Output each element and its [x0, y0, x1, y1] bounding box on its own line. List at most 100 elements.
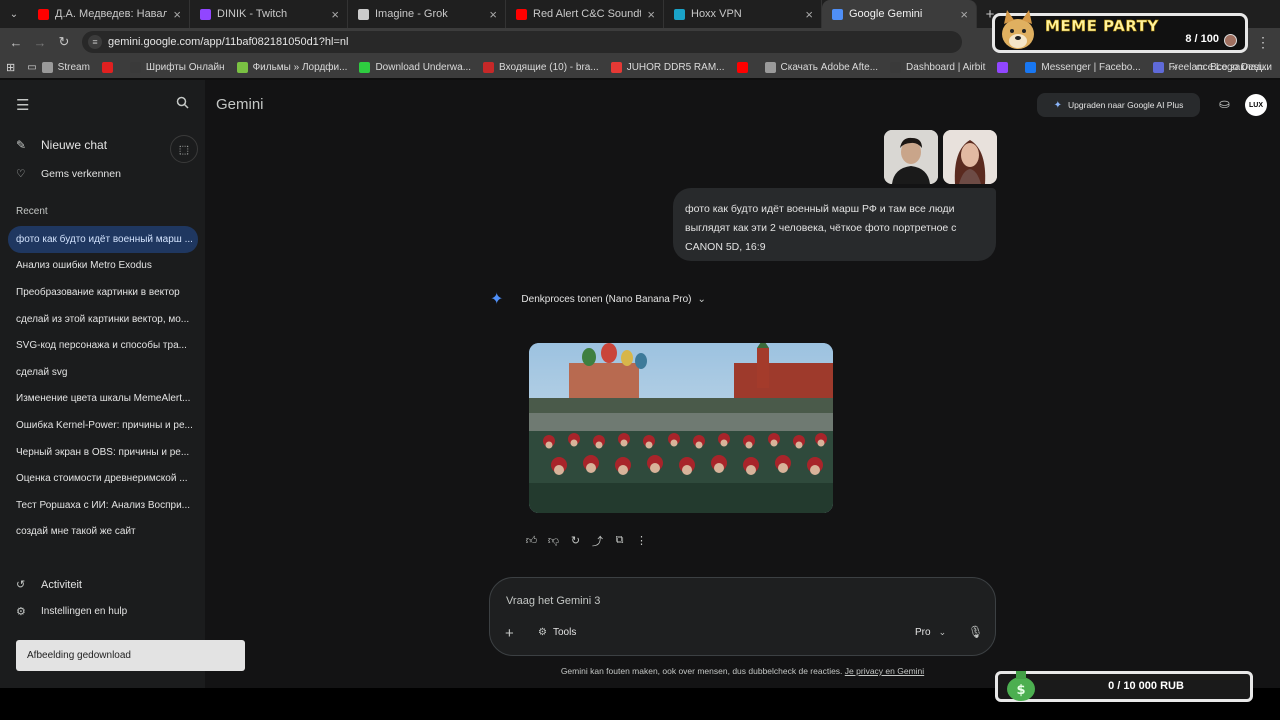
tab-favicon-icon — [200, 8, 211, 20]
regenerate-icon[interactable]: ↻ — [567, 532, 584, 549]
browser-tab[interactable]: Д.А. Медведев: Навальный, ко... × — [28, 0, 190, 28]
more-options-icon[interactable]: ⋮ — [633, 532, 650, 549]
tab-close-icon[interactable]: × — [173, 7, 181, 22]
sidebar: ☰ ✎ Nieuwe chat ⬚ ♡ Gems verkennen Recen… — [0, 80, 205, 688]
meme-party-count: 8 / 100 — [1185, 33, 1219, 45]
chevron-down-icon: ⌄ — [938, 627, 947, 637]
share-icon[interactable]: ⤴ — [589, 532, 606, 549]
bookmark-item[interactable]: Dashboard | Airbit — [890, 61, 985, 73]
copy-icon[interactable]: ⧉ — [611, 532, 628, 549]
tab-favicon-icon — [38, 8, 49, 20]
browser-menu-icon[interactable]: ⋮ — [1256, 34, 1270, 51]
apps-grid-icon[interactable]: ⊞ — [6, 61, 15, 74]
recent-chat-item[interactable]: создай мне такой же сайт — [8, 519, 198, 546]
app-title[interactable]: Gemini — [216, 96, 264, 113]
bookmark-favicon-icon — [129, 61, 141, 73]
bookmark-item[interactable]: Входящие (10) - bra... — [483, 61, 599, 73]
new-chat-button[interactable]: ✎ Nieuwe chat — [16, 138, 107, 152]
browser-tab[interactable]: Google Gemini × — [822, 0, 977, 28]
tab-close-icon[interactable]: × — [960, 7, 968, 22]
activity-button[interactable]: ↺ Activiteit — [16, 578, 82, 592]
explore-gems-button[interactable]: ♡ Gems verkennen — [16, 168, 121, 180]
tab-favicon-icon — [516, 8, 527, 20]
search-icon[interactable] — [176, 96, 189, 112]
tab-search-chevron-icon[interactable]: ⌄ — [0, 0, 28, 28]
generated-image[interactable] — [529, 343, 833, 513]
history-icon: ↺ — [16, 579, 26, 591]
bookmark-favicon-icon — [764, 61, 776, 73]
bookmark-item[interactable]: Download Underwa... — [359, 61, 471, 73]
reload-icon[interactable]: ↻ — [52, 28, 76, 56]
recent-chat-item[interactable]: сделай svg — [8, 359, 198, 386]
forward-icon[interactable]: → — [28, 28, 52, 56]
tab-close-icon[interactable]: × — [805, 7, 813, 22]
model-label: Pro — [915, 627, 931, 638]
recent-chat-item[interactable]: Оценка стоимости древнеримской ... — [8, 465, 198, 492]
bookmark-item[interactable]: Шрифты Онлайн — [129, 61, 225, 73]
tab-close-icon[interactable]: × — [331, 7, 339, 22]
upgrade-button[interactable]: ✦ Upgraden naar Google AI Plus — [1037, 93, 1200, 117]
site-info-icon[interactable]: ≡ — [88, 35, 102, 49]
bookmark-favicon-icon — [483, 61, 495, 73]
bookmark-item[interactable]: Stream — [41, 61, 90, 73]
bookmark-favicon-icon — [1025, 61, 1037, 73]
back-icon[interactable]: ← — [4, 28, 28, 56]
recent-chat-item[interactable]: Преобразование картинки в вектор — [8, 279, 198, 306]
bookmarks-more-button[interactable]: » — [1172, 62, 1178, 73]
browser-tab[interactable]: Hoxx VPN × — [664, 0, 822, 28]
bookmark-favicon-icon — [610, 61, 622, 73]
tab-close-icon[interactable]: × — [489, 7, 497, 22]
microphone-icon[interactable]: 🎙︎ — [968, 625, 983, 639]
bookmark-label: Шрифты Онлайн — [145, 61, 225, 73]
add-attachment-icon[interactable]: + — [505, 625, 514, 642]
recent-chat-item[interactable]: сделай из этой картинки вектор, мо... — [8, 306, 198, 333]
tools-label: Tools — [552, 627, 577, 638]
chat-main: Gemini ✦ Upgraden naar Google AI Plus ⛀ … — [205, 80, 1280, 688]
bookmark-item[interactable]: JUHOR DDR5 RAM... — [610, 61, 725, 73]
avatar[interactable]: LUX — [1245, 94, 1267, 116]
browser-tab[interactable]: DINIK - Twitch × — [190, 0, 348, 28]
recent-chat-item[interactable]: SVG-код персонажа и способы тра... — [8, 332, 198, 359]
tab-close-icon[interactable]: × — [647, 7, 655, 22]
new-chat-label: Nieuwe chat — [41, 138, 108, 152]
settings-help-button[interactable]: ⚙ Instellingen en hulp — [16, 605, 127, 618]
recent-chat-item[interactable]: Изменение цвета шкалы MemeAlert... — [8, 386, 198, 413]
browser-tab[interactable]: Imagine - Grok × — [348, 0, 506, 28]
temporary-chat-icon[interactable]: ⬚ — [170, 135, 198, 163]
tools-icon: ⚙ — [538, 627, 547, 638]
disclaimer-text: Gemini kan fouten maken, ook over mensen… — [560, 666, 843, 676]
recent-chat-item[interactable]: фото как будто идёт военный марш ... — [8, 226, 198, 253]
bookmark-label: Stream — [57, 61, 90, 73]
prompt-input[interactable] — [506, 592, 966, 610]
bookmark-item[interactable] — [997, 61, 1013, 73]
recent-chat-item[interactable]: Анализ ошибки Metro Exodus — [8, 253, 198, 280]
all-bookmarks-button[interactable]: Все закладки — [1210, 62, 1272, 73]
url-field[interactable]: ≡ gemini.google.com/app/11baf082181050d1… — [82, 31, 962, 53]
privacy-link[interactable]: Je privacy en Gemini — [845, 666, 924, 676]
tools-button[interactable]: ⚙ Tools — [538, 627, 576, 638]
gift-icon[interactable]: ⛀ — [1219, 96, 1230, 112]
thumbs-up-icon[interactable]: 👍︎ — [523, 532, 540, 549]
model-selector[interactable]: Pro ⌄ — [915, 627, 946, 638]
settings-label: Instellingen en hulp — [41, 606, 128, 617]
bookmark-item[interactable]: Скачать Adobe Afte... — [764, 61, 878, 73]
tab-label: Hoxx VPN — [691, 8, 742, 20]
browser-tab[interactable]: Red Alert C&C Soundtrack: Hell... × — [506, 0, 664, 28]
recent-chat-item[interactable]: Черный экран в OBS: причины и ре... — [8, 439, 198, 466]
prompt-composer: + ⚙ Tools Pro ⌄ 🎙︎ — [489, 577, 996, 656]
bookmark-item[interactable]: Фильмы » Лордфи... — [236, 61, 347, 73]
bookmark-item[interactable] — [101, 61, 118, 73]
tab-favicon-icon — [832, 8, 843, 20]
show-thinking-toggle[interactable]: ✦ Denkproces tonen (Nano Banana Pro) ⌄ — [490, 289, 706, 309]
thumbs-down-icon[interactable]: 👎︎ — [545, 532, 562, 549]
uploaded-photo-woman[interactable] — [943, 130, 997, 184]
bookmark-item[interactable]: Messenger | Facebo... — [1025, 61, 1141, 73]
menu-icon[interactable]: ☰ — [16, 96, 29, 114]
tab-label: Imagine - Grok — [375, 8, 448, 20]
response-actions: 👍︎ 👎︎ ↻ ⤴ ⧉ ⋮ — [523, 532, 650, 549]
uploaded-photo-man[interactable] — [884, 130, 938, 184]
bookmark-item[interactable] — [736, 61, 753, 73]
recent-chat-item[interactable]: Ошибка Kernel-Power: причины и ре... — [8, 412, 198, 439]
tab-favicon-icon — [674, 8, 685, 20]
recent-chat-item[interactable]: Тест Роршаха с ИИ: Анализ Воспри... — [8, 492, 198, 519]
